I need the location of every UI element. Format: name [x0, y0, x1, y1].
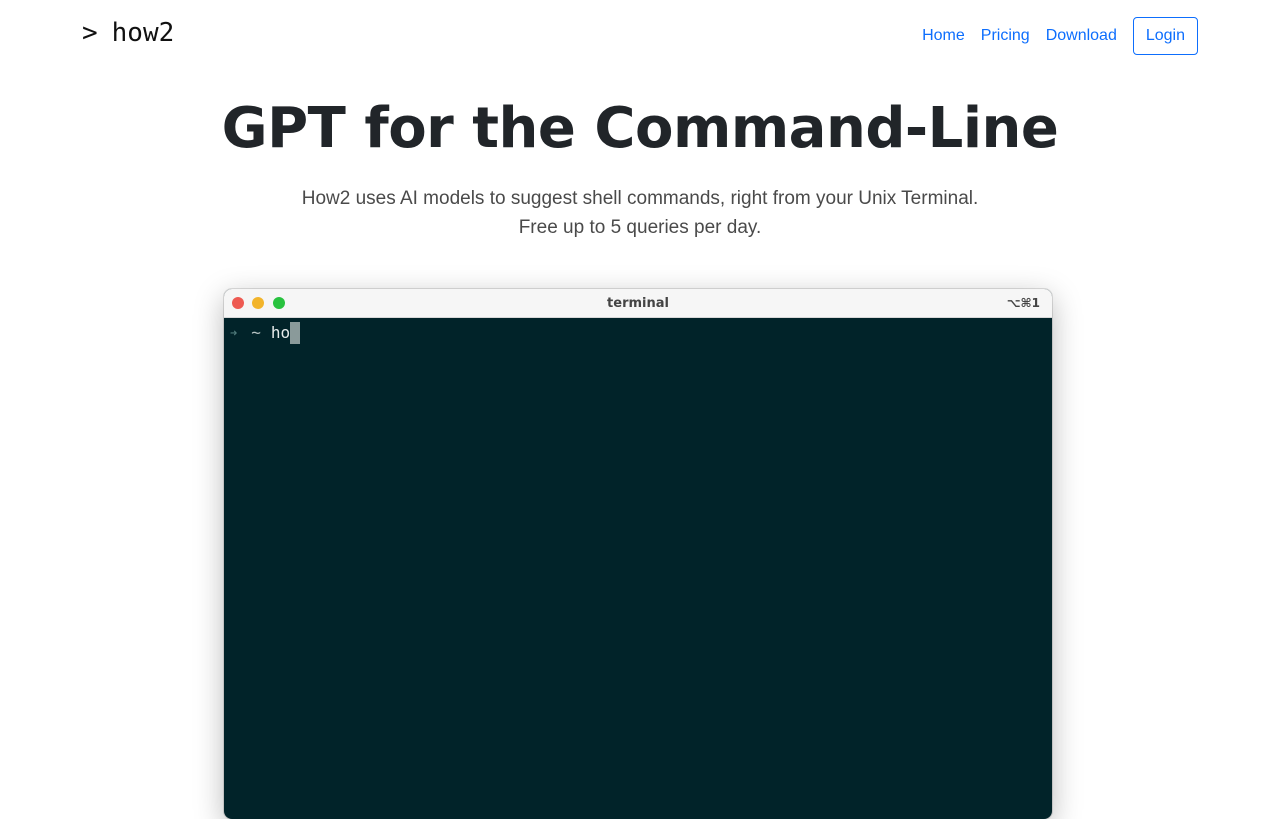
- prompt-directory: ~: [251, 323, 261, 342]
- prompt-icon: >: [82, 18, 98, 48]
- terminal-titlebar: terminal ⌥⌘1: [224, 289, 1052, 318]
- terminal-title: terminal: [607, 296, 669, 311]
- brand-name: how2: [111, 18, 175, 48]
- hero-subtitle-line-2: Free up to 5 queries per day.: [518, 217, 762, 238]
- terminal-window: terminal ⌥⌘1 ➜ ~ ho: [224, 289, 1052, 819]
- hero-subtitle-line-1: How2 uses AI models to suggest shell com…: [301, 188, 979, 209]
- nav-links: Home Pricing Download Login: [922, 17, 1198, 55]
- hero-title: GPT for the Command-Line: [221, 96, 1059, 161]
- navbar: > how2 Home Pricing Download Login: [0, 0, 1280, 72]
- hero-subtitle: How2 uses AI models to suggest shell com…: [0, 184, 1280, 242]
- typed-command: ho: [270, 323, 291, 342]
- nav-link-pricing[interactable]: Pricing: [981, 17, 1030, 55]
- login-button[interactable]: Login: [1132, 17, 1198, 55]
- terminal-body: ➜ ~ ho: [224, 318, 1052, 348]
- nav-link-download[interactable]: Download: [1046, 17, 1117, 55]
- terminal-shortcut: ⌥⌘1: [1006, 296, 1040, 310]
- brand-logo[interactable]: > how2: [82, 18, 174, 48]
- prompt-arrow-icon: ➜: [230, 326, 238, 340]
- nav-link-home[interactable]: Home: [922, 17, 965, 55]
- text-cursor: [290, 322, 301, 344]
